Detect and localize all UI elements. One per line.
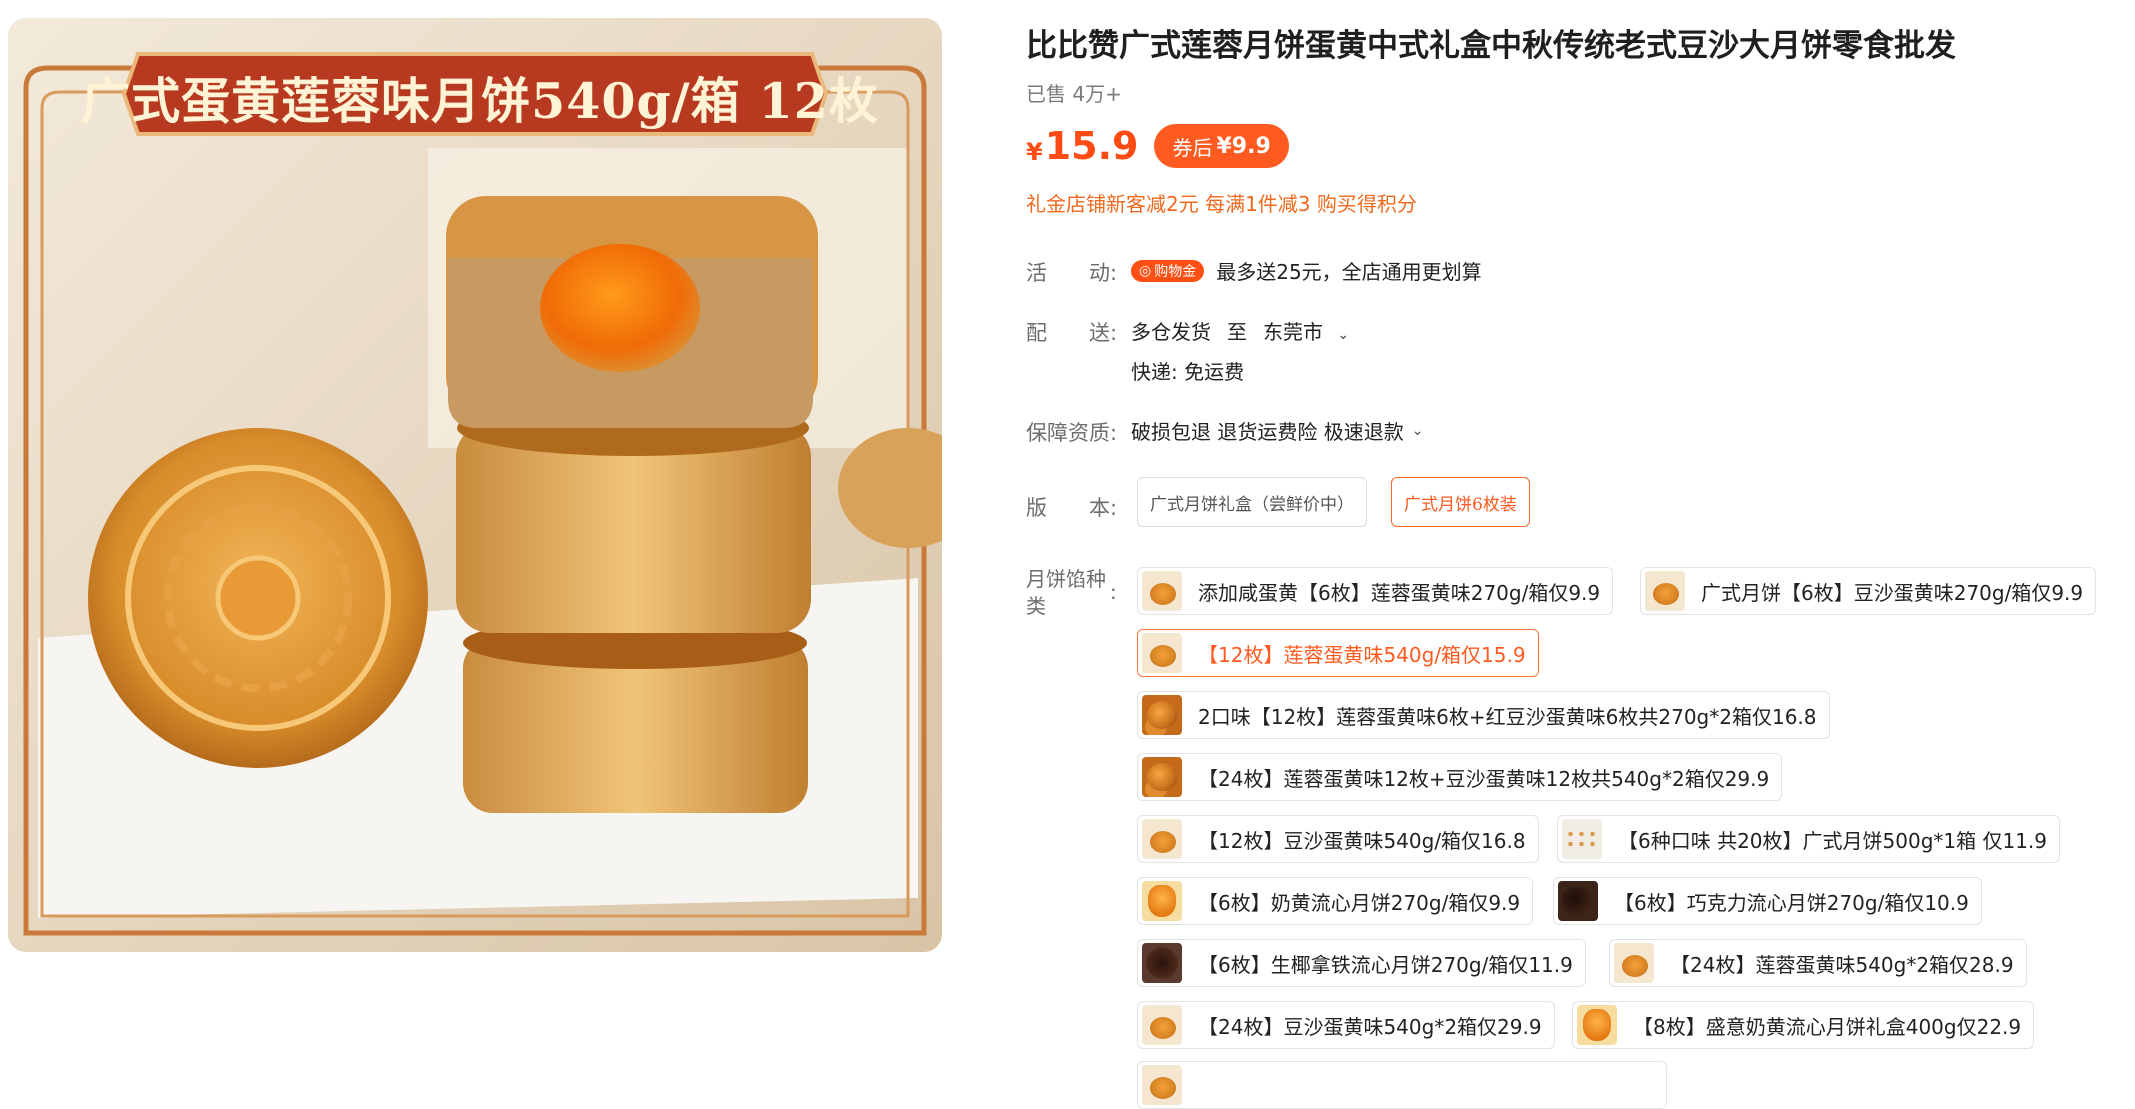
price-value: 15.9 [1044,124,1139,168]
guarantee-text: 破损包退 退货运费险 极速退款 [1131,420,1404,444]
delivery-from: 多仓发货 [1131,320,1211,344]
flavor-option-label: 2口味【12枚】莲蓉蛋黄味6枚+红豆沙蛋黄味6枚共270g*2箱仅16.8 [1198,704,1817,729]
flavor-thumbnail [1142,571,1182,611]
image-banner-text: 广式蛋黄莲蓉味月饼540g/箱 12枚 [81,71,879,130]
flavor-option[interactable]: 添加咸蛋黄【6枚】莲蓉蛋黄味270g/箱仅9.9 [1137,567,1614,615]
chevron-down-icon: ⌄ [1337,327,1350,343]
flavor-option-label: 【24枚】豆沙蛋黄味540g*2箱仅29.9 [1198,1014,1542,1039]
flavor-label: 月饼馅种类 [1026,567,1106,618]
flavor-option[interactable]: 【6种口味 共20枚】广式月饼500g*1箱 仅11.9 [1557,815,2061,863]
chevron-down-icon: ⌄ [1411,422,1424,439]
flavor-option-label: 【6枚】生椰拿铁流心月饼270g/箱仅11.9 [1198,952,1573,977]
delivery-value: 多仓发货 至 东莞市 ⌄ [1131,316,1349,345]
flavor-colon: : [1110,580,1117,604]
flavor-thumbnail [1562,819,1602,859]
flavor-option-label: 【6枚】奶黄流心月饼270g/箱仅9.9 [1198,890,1521,915]
flavor-option[interactable]: 【12枚】豆沙蛋黄味540g/箱仅16.8 [1137,815,1539,863]
flavor-option[interactable]: 【6枚】奶黄流心月饼270g/箱仅9.9 [1137,877,1534,925]
activity-value[interactable]: ◎ 购物金 最多送25元，全店通用更划算 [1131,256,1482,285]
shopping-gold-badge: ◎ 购物金 [1131,259,1205,282]
flavor-option-label: 【24枚】莲蓉蛋黄味12枚+豆沙蛋黄味12枚共540g*2箱仅29.9 [1198,766,1770,791]
mooncake-illustration [8,18,942,952]
flavor-option[interactable]: 【6枚】生椰拿铁流心月饼270g/箱仅11.9 [1137,939,1586,987]
flavor-thumbnail [1142,1005,1182,1045]
coupon-price-badge[interactable]: 券后 ¥9.9 [1154,124,1289,168]
flavor-thumbnail [1577,1005,1617,1045]
delivery-express: 快递: 免运费 [1131,360,1245,384]
flavor-option-label: 广式月饼【6枚】豆沙蛋黄味270g/箱仅9.9 [1701,580,2084,605]
flavor-thumbnail [1142,633,1182,673]
coin-icon: ◎ [1139,262,1152,279]
sold-count: 已售 4万+ [1026,82,1122,106]
flavor-option[interactable]: 2口味【12枚】莲蓉蛋黄味6枚+红豆沙蛋黄味6枚共270g*2箱仅16.8 [1137,691,1830,739]
flavor-option-selected[interactable]: 【12枚】莲蓉蛋黄味540g/箱仅15.9 [1137,629,1539,677]
badge-text: 购物金 [1154,263,1197,280]
coupon-price: ¥9.9 [1216,133,1271,159]
flavor-option[interactable]: 【24枚】莲蓉蛋黄味12枚+豆沙蛋黄味12枚共540g*2箱仅29.9 [1137,753,1783,801]
flavor-thumbnail [1142,757,1182,797]
delivery-to-word: 至 [1227,320,1247,344]
version-label: 版 本: [1026,496,1118,520]
flavor-thumbnail [1645,571,1685,611]
product-main-image[interactable]: 广式蛋黄莲蓉味月饼540g/箱 12枚 [8,18,942,952]
product-title: 比比赞广式莲蓉月饼蛋黄中式礼盒中秋传统老式豆沙大月饼零食批发 [1026,28,1956,64]
flavor-option-label: 【6种口味 共20枚】广式月饼500g*1箱 仅11.9 [1618,828,2048,853]
flavor-option-label: 【8枚】盛意奶黄流心月饼礼盒400g仅22.9 [1633,1014,2022,1039]
flavor-option-label: 【12枚】豆沙蛋黄味540g/箱仅16.8 [1198,828,1526,853]
flavor-option-label: 添加咸蛋黄【6枚】莲蓉蛋黄味270g/箱仅9.9 [1198,580,1601,605]
delivery-city: 东莞市 [1263,320,1323,344]
flavor-option[interactable]: 【24枚】莲蓉蛋黄味540g*2箱仅28.9 [1609,939,2027,987]
flavor-option[interactable]: 【8枚】盛意奶黄流心月饼礼盒400g仅22.9 [1572,1001,2035,1049]
flavor-thumbnail [1142,819,1182,859]
guarantee-value[interactable]: 破损包退 退货运费险 极速退款 ⌄ [1131,416,1423,445]
flavor-option[interactable]: 广式月饼【6枚】豆沙蛋黄味270g/箱仅9.9 [1640,567,2097,615]
coupon-label: 券后 [1172,135,1213,160]
flavor-option[interactable]: 【6枚】巧克力流心月饼270g/箱仅10.9 [1553,877,1982,925]
delivery-label: 配 送: [1026,321,1118,345]
flavor-option-partial[interactable] [1137,1061,1667,1109]
flavor-option[interactable]: 【24枚】豆沙蛋黄味540g*2箱仅29.9 [1137,1001,1555,1049]
flavor-thumbnail [1142,1065,1182,1105]
flavor-thumbnail [1558,881,1598,921]
flavor-thumbnail [1614,943,1654,983]
price-currency: ¥ [1026,138,1043,166]
version-option-selected[interactable]: 广式月饼6枚装 [1391,477,1530,527]
delivery-city-selector[interactable]: 东莞市 ⌄ [1263,316,1349,345]
version-option[interactable]: 广式月饼礼盒（尝鲜价中） [1137,477,1367,527]
guarantee-label: 保障资质: [1026,421,1118,445]
price-row: ¥ 15.9 券后 ¥9.9 [1026,118,1289,174]
flavor-option-label: 【24枚】莲蓉蛋黄味540g*2箱仅28.9 [1670,952,2014,977]
promo-text[interactable]: 礼金店铺新客减2元 每满1件减3 购买得积分 [1026,188,1417,217]
flavor-thumbnail [1142,881,1182,921]
activity-text: 最多送25元，全店通用更划算 [1216,260,1482,284]
flavor-option-label: 【12枚】莲蓉蛋黄味540g/箱仅15.9 [1198,642,1526,667]
activity-label: 活 动: [1026,261,1118,285]
flavor-thumbnail [1142,943,1182,983]
flavor-thumbnail [1142,695,1182,735]
flavor-option-label: 【6枚】巧克力流心月饼270g/箱仅10.9 [1614,890,1969,915]
